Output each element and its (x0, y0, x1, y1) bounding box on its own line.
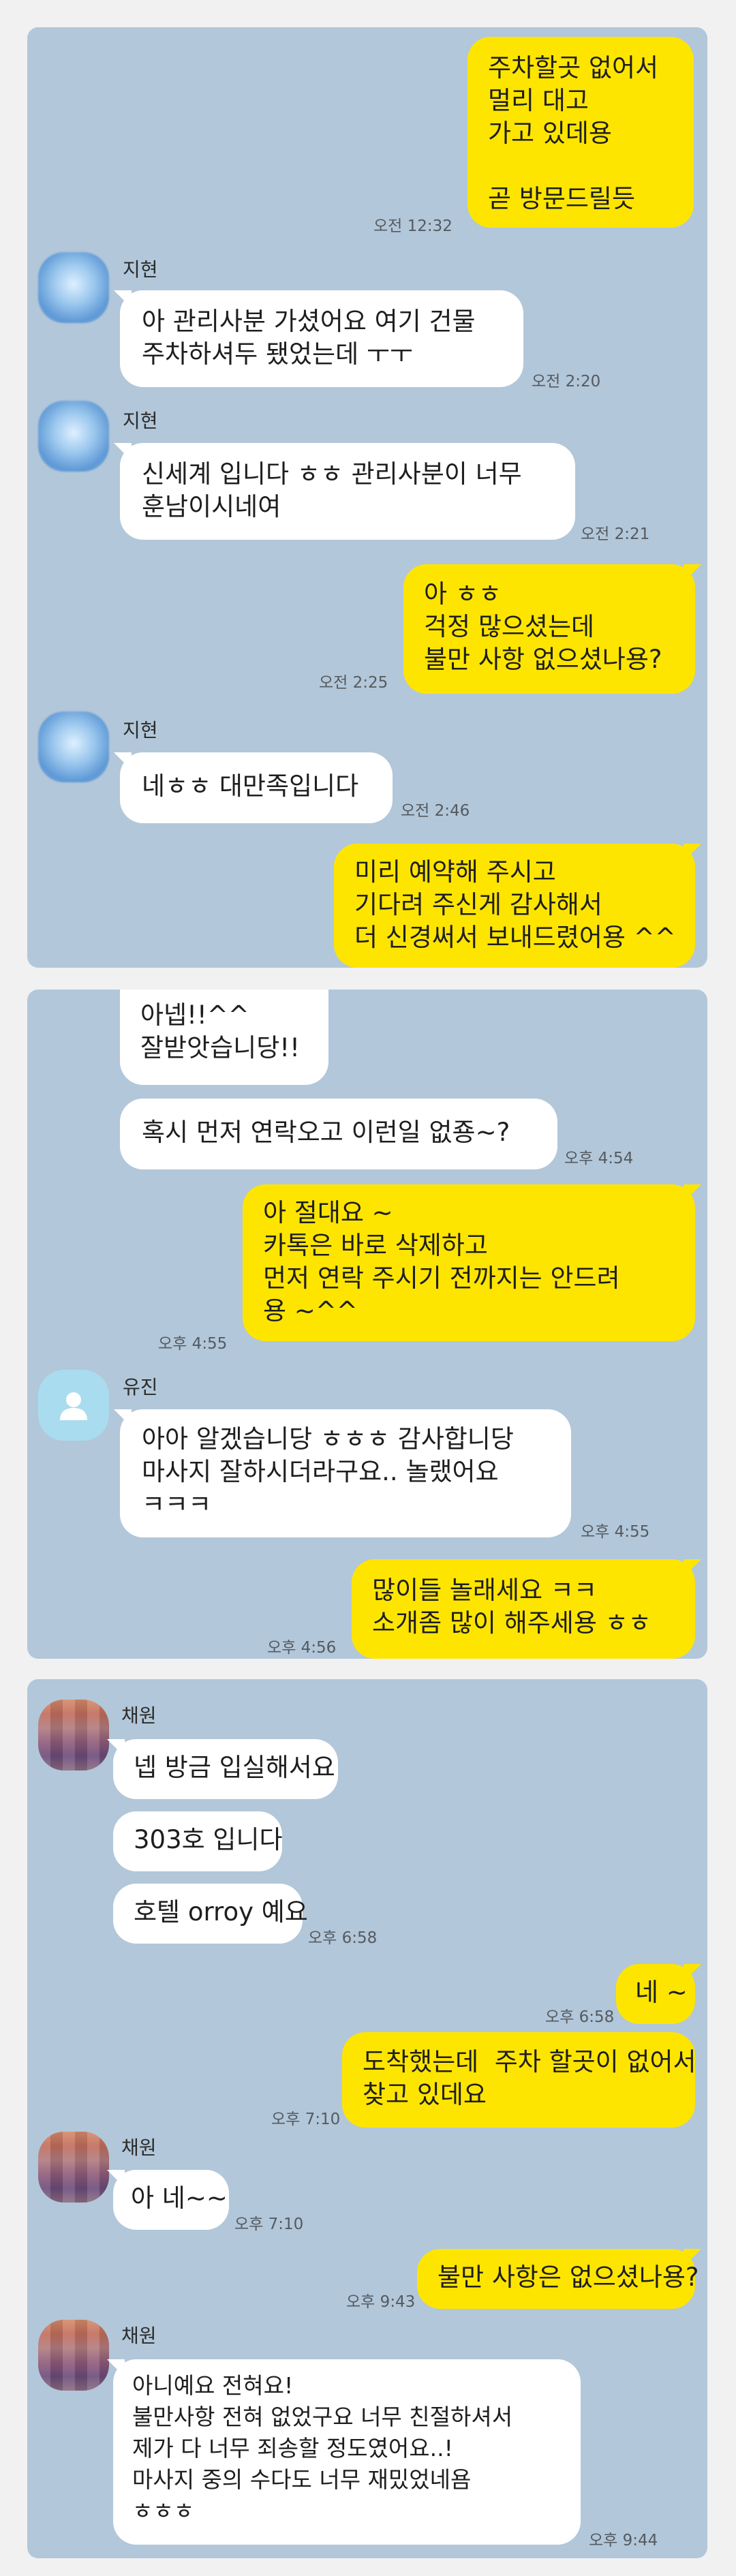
their-message-bubble[interactable]: 아넵!!^^ 잘받앗습니당!! (120, 990, 328, 1085)
timestamp: 오전 2:25 (319, 674, 388, 692)
timestamp: 오후 6:58 (545, 2008, 615, 2026)
timestamp: 오후 9:44 (589, 2532, 658, 2549)
timestamp: 오전 2:46 (401, 802, 470, 820)
chat-panel-3: 채원 넵 방금 입실해서요 303호 입니다 호텔 orroy 예요 오후 6:… (27, 1679, 707, 2558)
their-message-bubble[interactable]: 아 관리사분 가셨어요 여기 건물 주차하셔두 됐었는데 ㅜㅜ (120, 290, 523, 387)
their-message-bubble[interactable]: 아 네~~ (113, 2170, 229, 2230)
sender-name: 유진 (123, 1376, 158, 1398)
blurred-avatar-icon[interactable] (38, 711, 109, 782)
timestamp: 오후 4:55 (581, 1523, 650, 1541)
timestamp: 오전 2:20 (532, 373, 601, 390)
their-message-bubble[interactable]: 혹시 먼저 연락오고 이런일 없죵~? (120, 1099, 557, 1169)
timestamp: 오전 2:21 (581, 525, 650, 543)
their-message-bubble[interactable]: 아아 알겠습니당 ㅎㅎㅎ 감사합니당 마사지 잘하시더라구요.. 놀랬어요 ㅋㅋ… (120, 1409, 571, 1537)
my-message-bubble[interactable]: 도착했는데 주차 할곳이 없어서 찾고 있데요 (342, 2032, 696, 2128)
sender-name: 채원 (121, 2136, 157, 2159)
their-message-bubble[interactable]: 넵 방금 입실해서요 (113, 1739, 338, 1799)
my-message-bubble[interactable]: 아 절대요 ~ 카톡은 바로 삭제하고 먼저 연락 주시기 전까지는 안드려 용… (243, 1184, 695, 1341)
timestamp: 오전 12:32 (373, 217, 453, 235)
their-message-bubble[interactable]: 신세계 입니다 ㅎㅎ 관리사분이 너무 훈남이시네여 (120, 443, 575, 540)
their-message-bubble[interactable]: 네ㅎㅎ 대만족입니다 (120, 752, 393, 823)
timestamp: 오후 4:54 (564, 1150, 634, 1167)
timestamp: 오후 7:10 (271, 2111, 341, 2128)
timestamp: 오후 9:43 (346, 2293, 416, 2311)
pixelated-avatar-icon[interactable] (38, 2320, 109, 2391)
person-icon (60, 1392, 87, 1420)
my-message-bubble[interactable]: 많이들 놀래세요 ㅋㅋ 소개좀 많이 해주세용 ㅎㅎ (352, 1559, 695, 1659)
sender-name: 지현 (123, 719, 158, 741)
timestamp: 오후 6:58 (308, 1929, 378, 1947)
my-message-bubble[interactable]: 주차할곳 없어서 멀리 대고 가고 있데용 곧 방문드릴듯 (467, 37, 694, 228)
pixelated-avatar-icon[interactable] (38, 2132, 109, 2203)
chat-panel-2: 아넵!!^^ 잘받앗습니당!! 혹시 먼저 연락오고 이런일 없죵~? 오후 4… (27, 990, 707, 1659)
timestamp: 오후 4:55 (158, 1335, 228, 1353)
their-message-bubble[interactable]: 아니예요 전혀요! 불만사항 전혀 없었구요 너무 친절하셔서 제가 다 너무 … (113, 2359, 581, 2545)
blurred-avatar-icon[interactable] (38, 252, 109, 323)
sender-name: 지현 (123, 258, 158, 281)
sender-name: 채원 (121, 1704, 157, 1727)
timestamp: 오후 4:56 (267, 1639, 337, 1657)
chat-panel-1: 주차할곳 없어서 멀리 대고 가고 있데용 곧 방문드릴듯 오전 12:32 지… (27, 27, 707, 968)
my-message-bubble[interactable]: 아 ㅎㅎ 걱정 많으셨는데 불만 사항 없으셨나용? (403, 564, 695, 694)
default-person-avatar-icon[interactable] (38, 1370, 109, 1441)
my-message-bubble[interactable]: 불만 사항은 없으셨나용? (417, 2249, 699, 2309)
my-message-bubble[interactable]: 미리 예약해 주시고 기다려 주신게 감사해서 더 신경써서 보내드렸어용 ^^ (334, 844, 695, 968)
sender-name: 지현 (123, 410, 158, 432)
timestamp: 오후 7:10 (234, 2215, 304, 2233)
my-message-bubble[interactable]: 네 ~ (616, 1964, 695, 2024)
pixelated-avatar-icon[interactable] (38, 1700, 109, 1770)
sender-name: 채원 (121, 2325, 157, 2347)
their-message-bubble[interactable]: 303호 입니다 (113, 1811, 283, 1871)
their-message-bubble[interactable]: 호텔 orroy 예요 (113, 1884, 308, 1944)
blurred-avatar-icon[interactable] (38, 401, 109, 472)
